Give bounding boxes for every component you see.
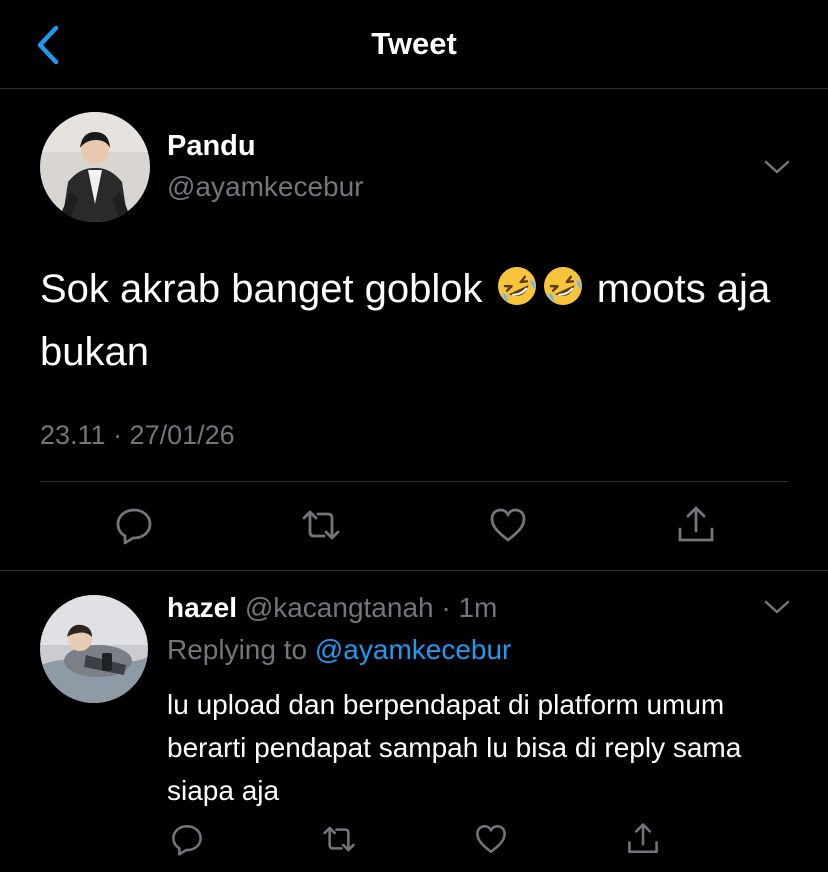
tweet-detail-screen: Tweet Pandu @ayamkecebur Sok akrab bange… bbox=[0, 0, 828, 872]
reply-retweet-button[interactable] bbox=[322, 822, 356, 856]
reply-icon bbox=[116, 508, 152, 545]
reply-meta: @kacangtanah · 1m bbox=[237, 592, 498, 623]
meta-separator: · bbox=[433, 592, 459, 623]
share-icon bbox=[628, 823, 658, 854]
heart-icon bbox=[490, 508, 526, 542]
reply-options-button[interactable] bbox=[763, 598, 791, 616]
reply-author-name[interactable]: hazel bbox=[167, 592, 237, 623]
author-name[interactable]: Pandu bbox=[167, 130, 256, 163]
like-button[interactable] bbox=[488, 505, 528, 545]
author-handle[interactable]: @ayamkecebur bbox=[167, 171, 364, 203]
retweet-icon bbox=[302, 510, 340, 540]
reply-icon bbox=[172, 824, 202, 856]
reply-time-ago: 1m bbox=[458, 592, 498, 623]
rofl-emoji-icon bbox=[543, 267, 582, 305]
heart-icon bbox=[476, 824, 506, 854]
share-button[interactable] bbox=[676, 505, 716, 545]
chevron-down-icon bbox=[764, 600, 790, 614]
tweet-text-part1: Sok akrab banget goblok bbox=[40, 267, 494, 311]
replying-to: Replying to @ayamkecebur bbox=[167, 634, 511, 666]
page-title: Tweet bbox=[371, 26, 457, 61]
tweet-text: Sok akrab banget goblok moots aja bukan bbox=[40, 258, 800, 384]
reply-text: lu upload dan berpendapat di platform um… bbox=[167, 689, 742, 806]
reply-header: hazel @kacangtanah · 1m bbox=[167, 592, 497, 624]
share-icon bbox=[678, 506, 714, 542]
author-avatar[interactable] bbox=[40, 112, 150, 222]
chevron-down-icon bbox=[764, 160, 790, 174]
tweet-timestamp[interactable]: 23.11 · 27/01/26 bbox=[40, 420, 235, 451]
divider bbox=[40, 481, 788, 482]
retweet-icon bbox=[323, 826, 355, 852]
reply-reply-button[interactable] bbox=[170, 822, 204, 856]
reply-share-button[interactable] bbox=[626, 822, 660, 856]
retweet-button[interactable] bbox=[301, 505, 341, 545]
reply-author-avatar[interactable] bbox=[40, 595, 148, 703]
top-bar: Tweet bbox=[0, 0, 828, 89]
rofl-emoji-icon bbox=[497, 267, 536, 305]
reply-like-button[interactable] bbox=[474, 822, 508, 856]
replying-to-label: Replying to bbox=[167, 634, 308, 665]
reply-button[interactable] bbox=[114, 505, 154, 545]
divider bbox=[0, 570, 828, 571]
reply-author-handle[interactable]: @kacangtanah bbox=[245, 592, 434, 623]
replying-to-mention[interactable]: @ayamkecebur bbox=[315, 634, 512, 665]
tweet-options-button[interactable] bbox=[763, 158, 791, 176]
